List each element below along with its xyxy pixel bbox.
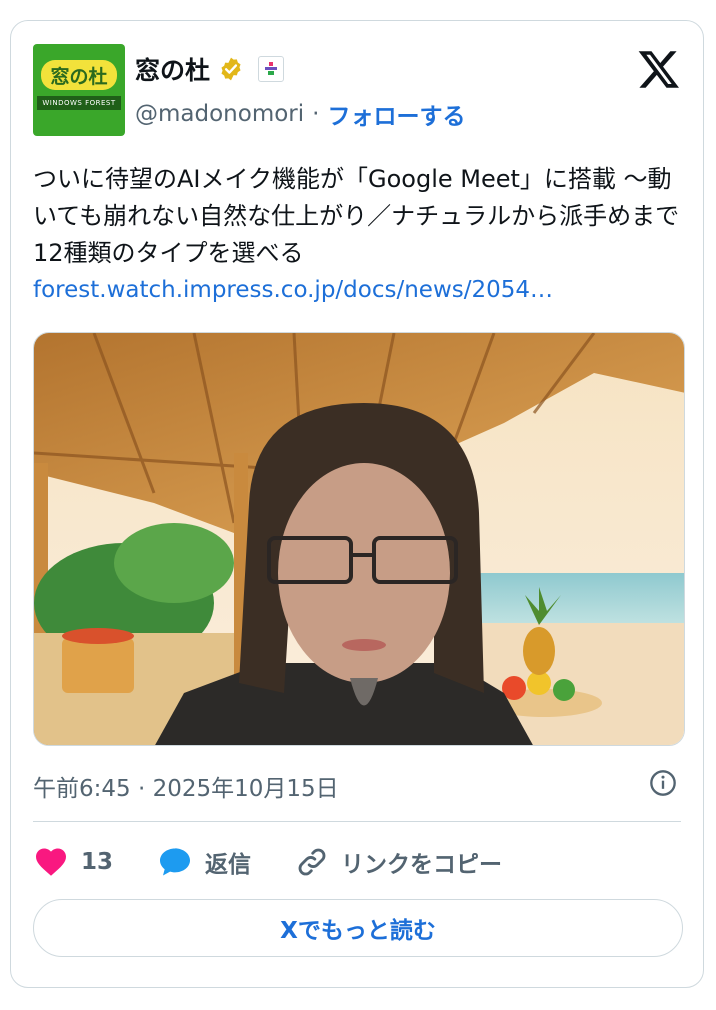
like-button[interactable]: 13 [33,844,113,880]
article-link[interactable]: forest.watch.impress.co.jp/docs/news/205… [33,277,553,303]
avatar[interactable]: 窓の杜 WINDOWS FOREST [33,44,125,136]
like-count: 13 [81,849,114,875]
verified-badge-icon [221,57,241,81]
reply-icon [160,848,191,876]
tweet-card: 窓の杜 WINDOWS FOREST 窓の杜 @madonomori · フォロ… [10,20,704,988]
action-bar: 13 返信 リンクをコピー [33,841,546,883]
beach-hut-photo [34,333,684,745]
reply-button[interactable]: 返信 [157,844,251,880]
avatar-logo-text: 窓の杜 [41,60,117,90]
copy-link-button[interactable]: リンクをコピー [295,845,502,879]
tweet-media-image[interactable] [33,332,685,746]
link-icon [298,848,326,876]
tweet-text: ついに待望のAIメイク機能が「Google Meet」に搭載 〜動いても崩れない… [33,165,680,267]
info-icon[interactable] [649,769,677,797]
copy-link-label: リンクをコピー [341,852,503,878]
reply-label: 返信 [205,852,252,878]
account-name-row: 窓の杜 [135,51,285,87]
handle-row: @madonomori · フォローする [135,97,465,131]
account-handle[interactable]: @madonomori [135,101,304,127]
separator-dot: · [312,101,320,127]
follow-button[interactable]: フォローする [327,97,465,131]
heart-icon [36,848,66,876]
avatar-logo-subtext: WINDOWS FOREST [37,96,121,110]
tweet-timestamp[interactable]: 午前6:45 · 2025年10月15日 [33,769,339,803]
affiliate-badge-icon [258,56,285,82]
read-more-on-x-button[interactable]: Xでもっと読む [33,899,683,957]
account-name[interactable]: 窓の杜 [135,51,210,87]
divider [33,821,681,822]
x-logo-icon[interactable] [637,47,681,91]
